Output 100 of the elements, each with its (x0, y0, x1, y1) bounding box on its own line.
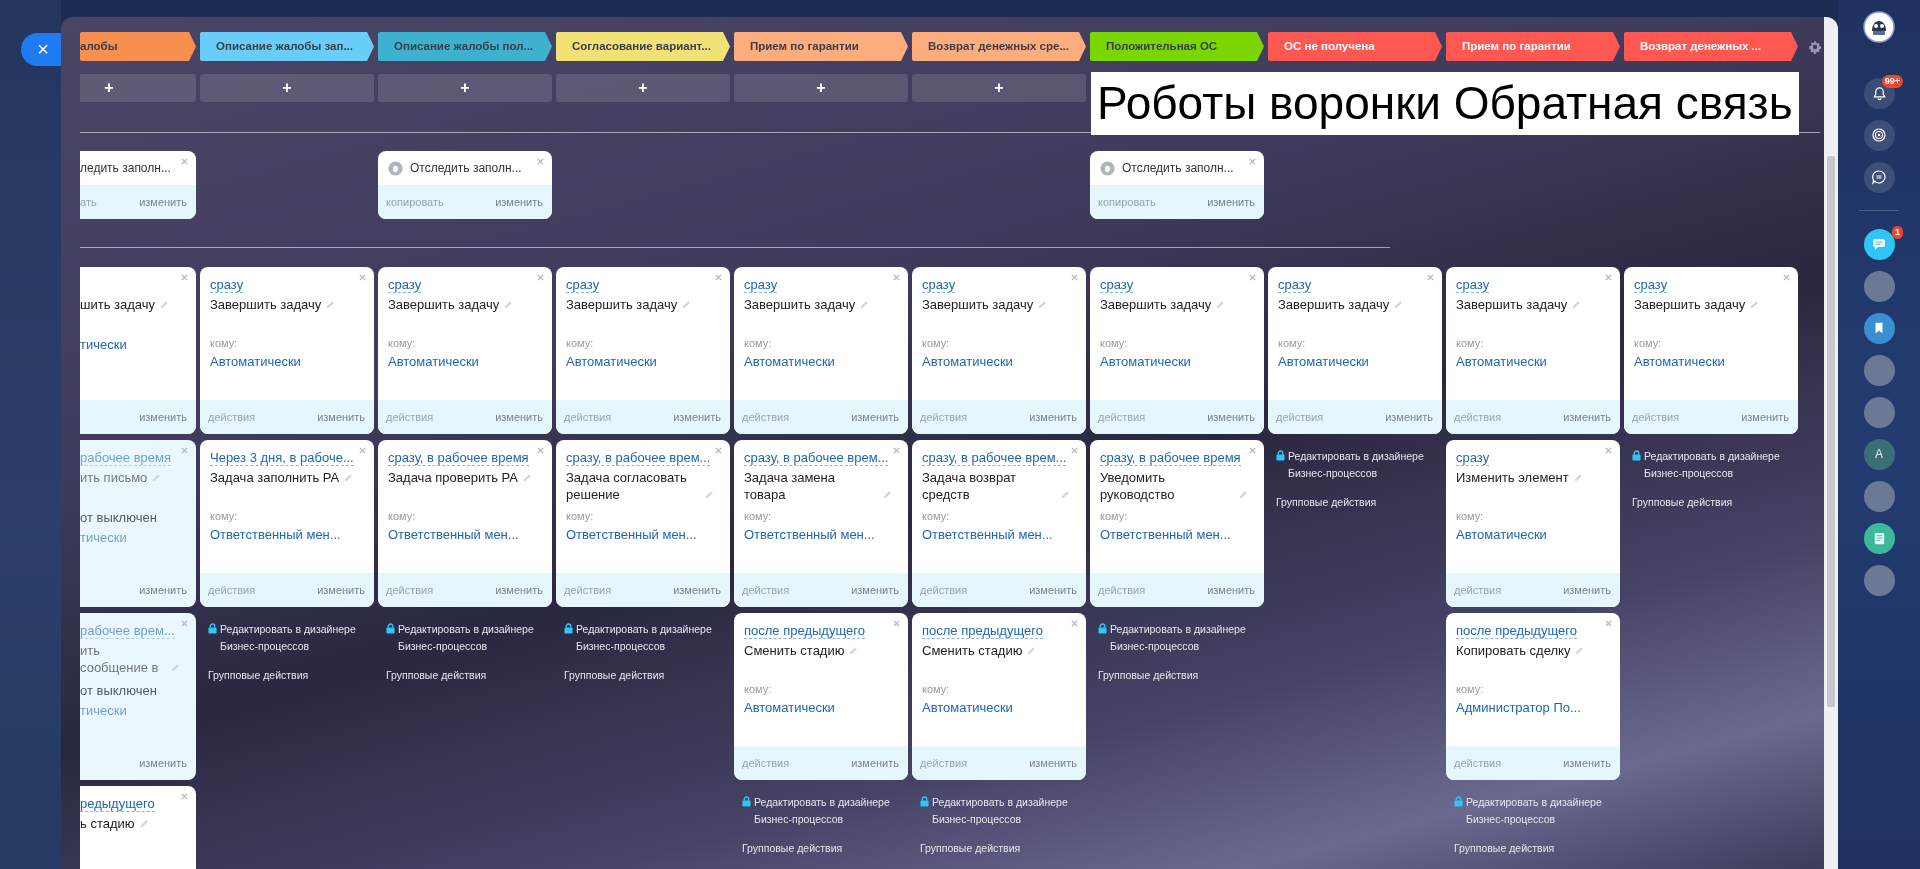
delay-link[interactable]: редыдущего (80, 796, 155, 812)
pencil-icon[interactable] (848, 646, 859, 656)
edit-link[interactable]: изменить (495, 584, 543, 596)
assignee-link[interactable]: Автоматически (744, 354, 835, 369)
stage-tab[interactable]: Согласование вариант... (556, 32, 730, 61)
stage-tab[interactable]: Описание жалобы пол... (378, 32, 552, 61)
edit-link[interactable]: изменить (1207, 411, 1255, 423)
stage-tab[interactable]: ОС не получена (1268, 32, 1442, 61)
pencil-icon[interactable] (343, 473, 354, 483)
delay-link[interactable]: сразу (922, 277, 956, 293)
group-actions-link[interactable]: Групповые действия (564, 669, 665, 681)
user-avatar[interactable]: A (1863, 438, 1895, 470)
delay-link[interactable]: сразу (388, 277, 422, 293)
close-icon[interactable] (1071, 274, 1078, 281)
assignee-link[interactable]: Автоматически (1456, 527, 1547, 542)
close-icon[interactable] (537, 158, 544, 165)
designer-link[interactable]: Редактировать в дизайнере Бизнес-процессов (398, 621, 538, 655)
close-icon[interactable] (1605, 274, 1612, 281)
close-icon[interactable] (359, 274, 366, 281)
pencil-icon[interactable] (503, 300, 514, 310)
group-actions-link[interactable]: Групповые действия (1632, 496, 1733, 508)
scrollbar[interactable] (1824, 17, 1838, 869)
edit-link[interactable]: изменить (673, 584, 721, 596)
settings-icon[interactable] (1808, 40, 1822, 54)
edit-link[interactable]: изменить (851, 757, 899, 769)
edit-link[interactable]: изменить (1207, 196, 1255, 208)
avatar-placeholder[interactable] (1863, 270, 1895, 302)
edit-link[interactable]: изменить (1207, 584, 1255, 596)
close-icon[interactable] (1783, 274, 1790, 281)
bookmarks-button[interactable] (1863, 312, 1895, 344)
messages-button[interactable] (1863, 228, 1895, 260)
assignee-link[interactable]: Автоматически (922, 354, 1013, 369)
edit-link[interactable]: изменить (1029, 757, 1077, 769)
close-icon[interactable] (359, 447, 366, 454)
edit-link[interactable]: изменить (1029, 411, 1077, 423)
add-trigger-button[interactable]: + (556, 74, 730, 102)
group-actions-link[interactable]: Групповые действия (1276, 496, 1377, 508)
group-actions-link[interactable]: Групповые действия (208, 669, 309, 681)
pencil-icon[interactable] (159, 300, 170, 310)
avatar-placeholder[interactable] (1863, 354, 1895, 386)
pencil-icon[interactable] (882, 490, 892, 500)
pencil-icon[interactable] (1749, 300, 1760, 310)
edit-link[interactable]: изменить (1741, 411, 1789, 423)
group-actions-link[interactable]: Групповые действия (742, 842, 843, 854)
delay-link[interactable]: сразу (566, 277, 600, 293)
pencil-icon[interactable] (138, 819, 149, 829)
pencil-icon[interactable] (1060, 490, 1070, 500)
pencil-icon[interactable] (1572, 473, 1583, 483)
close-icon[interactable] (1427, 274, 1434, 281)
delay-link[interactable]: Через 3 дня, в рабоче... (210, 450, 354, 466)
add-trigger-button[interactable]: + (912, 74, 1086, 102)
group-actions-link[interactable]: Групповые действия (920, 842, 1021, 854)
close-icon[interactable] (715, 447, 722, 454)
scrollbar-thumb[interactable] (1827, 156, 1835, 707)
assignee-link[interactable]: Автоматически (1634, 354, 1725, 369)
edit-link[interactable]: изменить (139, 411, 187, 423)
stage-tab[interactable]: алобы (80, 32, 196, 61)
assignee-link[interactable]: Автоматически (210, 354, 301, 369)
stage-tab[interactable]: Прием по гарантии (1446, 32, 1620, 61)
delay-link[interactable]: сразу (210, 277, 244, 293)
add-trigger-button[interactable]: + (80, 74, 196, 102)
edit-link[interactable]: изменить (1563, 584, 1611, 596)
designer-link[interactable]: Редактировать в дизайнере Бизнес-процессов (576, 621, 716, 655)
assignee-link[interactable]: тически (80, 337, 127, 352)
edit-link[interactable]: изменить (851, 584, 899, 596)
assignee-link[interactable]: Ответственный мен... (566, 527, 697, 542)
pencil-icon[interactable] (1026, 646, 1037, 656)
assignee-link[interactable]: Ответственный мен... (922, 527, 1053, 542)
stage-tab[interactable]: Возврат денежных ... (1624, 32, 1798, 61)
group-actions-link[interactable]: Групповые действия (1098, 669, 1199, 681)
close-icon[interactable] (181, 274, 188, 281)
robot-avatar-icon[interactable] (1863, 11, 1895, 43)
close-icon[interactable] (537, 447, 544, 454)
edit-link[interactable]: изменить (1029, 584, 1077, 596)
assignee-link[interactable]: Автоматически (922, 700, 1013, 715)
pencil-icon[interactable] (1571, 300, 1582, 310)
close-icon[interactable] (181, 158, 188, 165)
pencil-icon[interactable] (859, 300, 870, 310)
delay-link[interactable]: сразу, в рабочее врем... (744, 450, 889, 466)
edit-link[interactable]: изменить (851, 411, 899, 423)
close-icon[interactable] (893, 620, 900, 627)
assignee-link[interactable]: Ответственный мен... (210, 527, 341, 542)
edit-link[interactable]: изменить (317, 411, 365, 423)
assignee-link[interactable]: Автоматически (1278, 354, 1369, 369)
delay-link[interactable]: сразу, в рабочее время (1100, 450, 1241, 466)
delay-link[interactable]: после предыдущего (744, 623, 865, 639)
close-icon[interactable] (537, 274, 544, 281)
stage-tab[interactable]: Прием по гарантии (734, 32, 908, 61)
close-icon[interactable] (1249, 274, 1256, 281)
activity-button[interactable] (1863, 119, 1895, 151)
assignee-link[interactable]: Автоматически (566, 354, 657, 369)
delay-link[interactable]: сразу, в рабочее врем... (922, 450, 1067, 466)
edit-link[interactable]: изменить (673, 411, 721, 423)
designer-link[interactable]: Редактировать в дизайнере Бизнес-процессов (1288, 448, 1428, 482)
delay-link[interactable]: сразу (1100, 277, 1134, 293)
close-button[interactable]: × (21, 33, 61, 66)
designer-link[interactable]: Редактировать в дизайнере Бизнес-процессов (1110, 621, 1250, 655)
assignee-link[interactable]: Ответственный мен... (744, 527, 875, 542)
edit-link[interactable]: изменить (495, 196, 543, 208)
close-icon[interactable] (1249, 447, 1256, 454)
